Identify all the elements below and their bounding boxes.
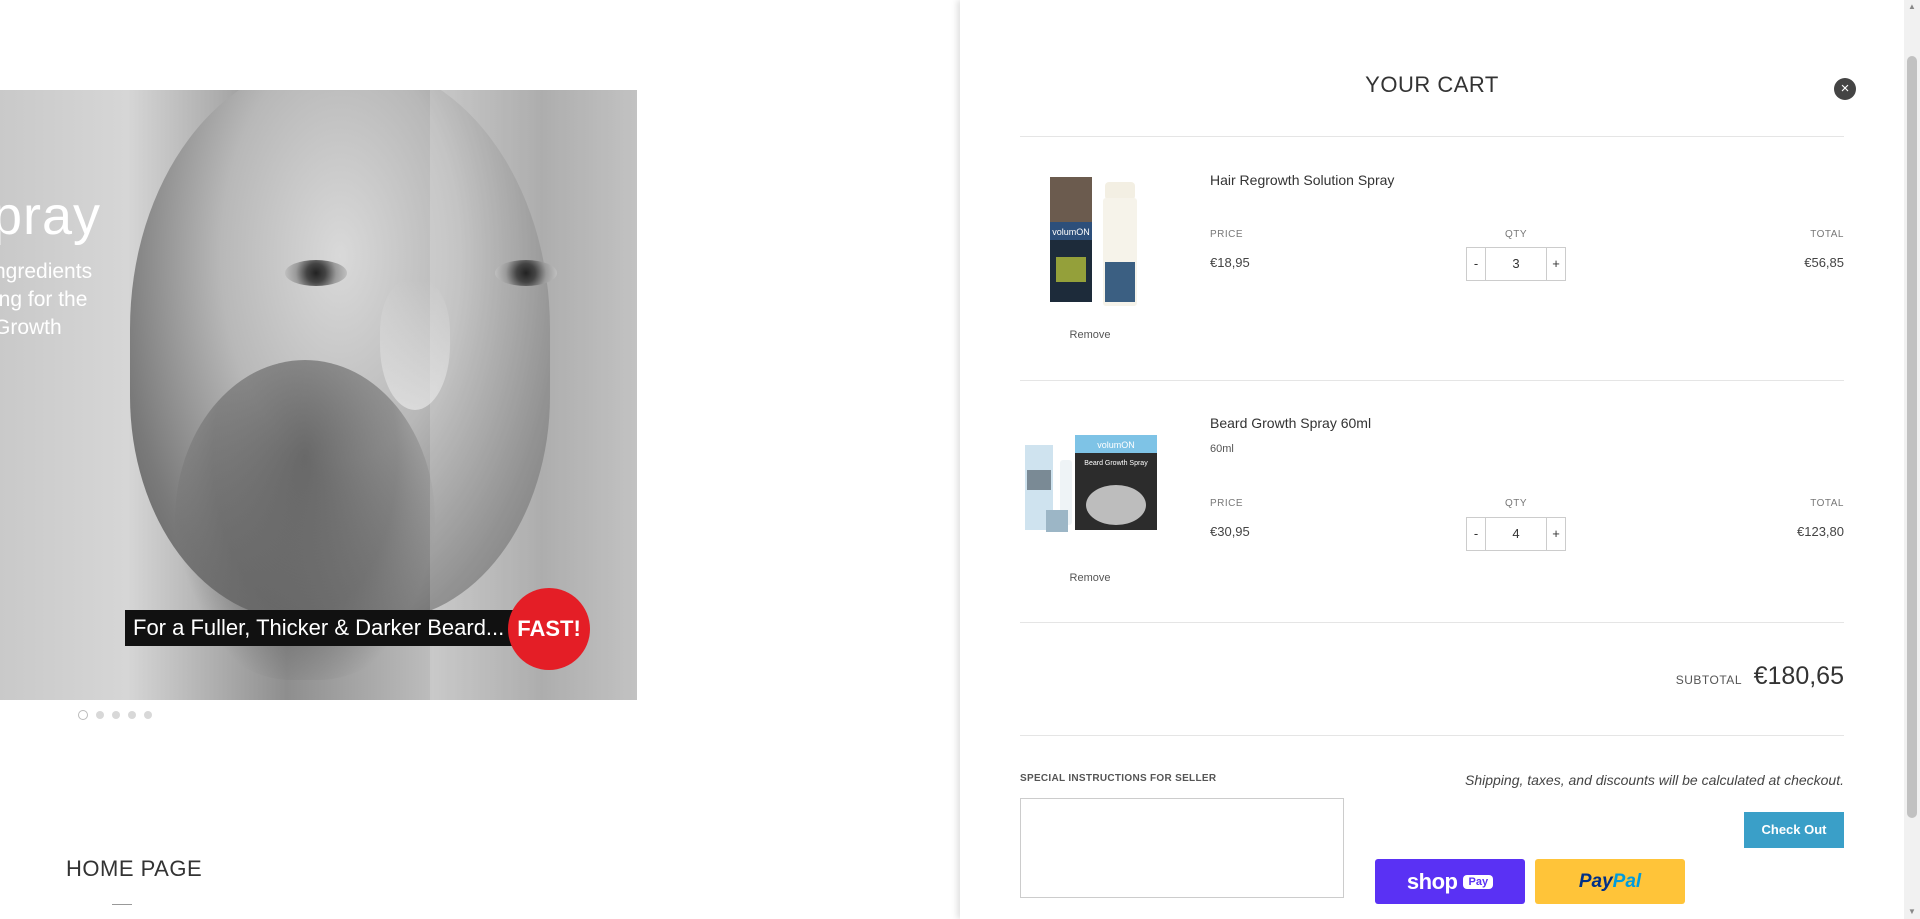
hero-title: pray (0, 186, 102, 246)
qty-input[interactable]: 3 (1486, 248, 1546, 280)
paypal-button[interactable]: PayPal (1535, 859, 1685, 904)
qty-label: QTY (1504, 498, 1528, 509)
heading-divider (112, 904, 132, 905)
scroll-up-icon[interactable]: ▲ (1904, 0, 1920, 14)
scroll-down-icon[interactable]: ▼ (1904, 905, 1920, 919)
shipping-note: Shipping, taxes, and discounts will be c… (1464, 772, 1844, 788)
price-label: PRICE (1210, 229, 1244, 240)
page-scrollbar[interactable]: ▲ ▼ (1904, 0, 1920, 919)
product-image-beard-spray[interactable]: volumON Beard Growth Spray (1020, 415, 1160, 555)
line-total: €56,85 (1804, 255, 1844, 270)
shop-pay-button[interactable]: shop Pay (1375, 859, 1525, 904)
instructions-textarea[interactable] (1020, 798, 1344, 898)
close-icon[interactable]: × (1834, 78, 1856, 100)
svg-text:volumON: volumON (1097, 440, 1135, 450)
remove-link[interactable]: Remove (1020, 329, 1160, 341)
price-value: €18,95 (1210, 255, 1250, 270)
divider (1020, 735, 1844, 736)
qty-label: QTY (1504, 229, 1528, 240)
paypal-logo: PayPal (1579, 871, 1641, 893)
paypal-logo-pal: Pal (1612, 870, 1642, 892)
cart-title: YOUR CART (1365, 72, 1499, 97)
qty-increase-button[interactable]: + (1546, 248, 1565, 280)
slider-dot[interactable] (144, 711, 152, 719)
svg-text:volumON: volumON (1052, 227, 1090, 237)
shop-pay-logo-text: shop (1406, 868, 1458, 894)
slider-dots (78, 710, 152, 720)
line-total: €123,80 (1797, 524, 1844, 539)
product-variant: 60ml (1210, 443, 1234, 455)
total-label: TOTAL (1810, 498, 1844, 509)
product-name[interactable]: Beard Growth Spray 60ml (1210, 415, 1371, 431)
divider (1020, 380, 1844, 381)
subtotal-label: SUBTOTAL (1675, 673, 1742, 687)
slider-dot[interactable] (78, 710, 88, 720)
qty-decrease-button[interactable]: - (1467, 248, 1486, 280)
hero-subtitle-line: Growth (0, 316, 62, 339)
hero-subtitle: ngredients ing for the Growth (0, 258, 92, 342)
subtotal-value: €180,65 (1753, 662, 1844, 690)
instructions-label: SPECIAL INSTRUCTIONS FOR SELLER (1020, 773, 1217, 784)
hero-slide[interactable]: pray ngredients ing for the Growth For a… (0, 90, 637, 700)
svg-text:Beard Growth Spray: Beard Growth Spray (1084, 460, 1148, 467)
quantity-stepper: - 4 + (1466, 517, 1566, 551)
cart-drawer: YOUR CART × volumON Remove Hair Regrowth… (960, 0, 1904, 919)
fast-badge: FAST! (508, 588, 590, 670)
hero-banner: For a Fuller, Thicker & Darker Beard... (125, 610, 519, 646)
slider-dot[interactable] (128, 711, 136, 719)
scroll-thumb[interactable] (1907, 56, 1917, 818)
qty-decrease-button[interactable]: - (1467, 518, 1486, 550)
product-image-hair-spray[interactable]: volumON (1020, 172, 1160, 312)
divider (1020, 136, 1844, 137)
home-page-heading: HOME PAGE (66, 856, 203, 881)
price-value: €30,95 (1210, 524, 1250, 539)
paypal-logo-pay: Pay (1578, 870, 1613, 892)
home-page-background: pray ngredients ing for the Growth For a… (0, 0, 960, 919)
checkout-button[interactable]: Check Out (1744, 812, 1844, 848)
slider-dot[interactable] (96, 711, 104, 719)
hero-subtitle-line: ngredients (0, 260, 93, 283)
remove-link[interactable]: Remove (1020, 572, 1160, 584)
quantity-stepper: - 3 + (1466, 247, 1566, 281)
price-label: PRICE (1210, 498, 1244, 509)
divider (1020, 622, 1844, 623)
hero-eye-right (495, 260, 557, 286)
hero-subtitle-line: ing for the (0, 288, 88, 311)
slider-dot[interactable] (112, 711, 120, 719)
qty-input[interactable]: 4 (1486, 518, 1546, 550)
total-label: TOTAL (1810, 229, 1844, 240)
hero-eye-left (285, 260, 347, 286)
qty-increase-button[interactable]: + (1546, 518, 1565, 550)
product-name[interactable]: Hair Regrowth Solution Spray (1210, 172, 1394, 188)
hero-nose-highlight (380, 280, 450, 410)
shop-pay-pill: Pay (1463, 874, 1494, 889)
